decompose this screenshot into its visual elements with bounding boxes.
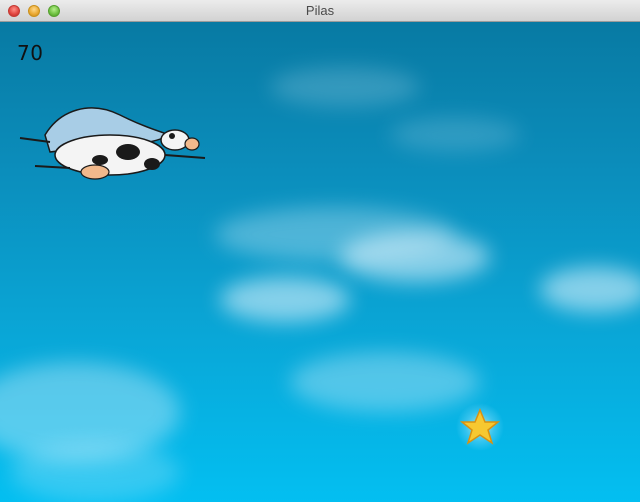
cloud <box>270 67 420 107</box>
cloud <box>390 117 520 152</box>
cloud <box>290 352 480 412</box>
game-canvas[interactable]: 70 <box>0 22 640 502</box>
title-bar: Pilas <box>0 0 640 22</box>
window-title: Pilas <box>305 3 335 18</box>
cloud <box>220 277 350 322</box>
star-icon <box>456 403 504 451</box>
game-window: Pilas 70 <box>0 0 640 502</box>
cloud <box>540 267 640 312</box>
cloud <box>340 232 490 282</box>
cloud <box>10 442 180 502</box>
flying-cow-icon <box>19 107 206 180</box>
score-label: 70 <box>17 41 44 65</box>
